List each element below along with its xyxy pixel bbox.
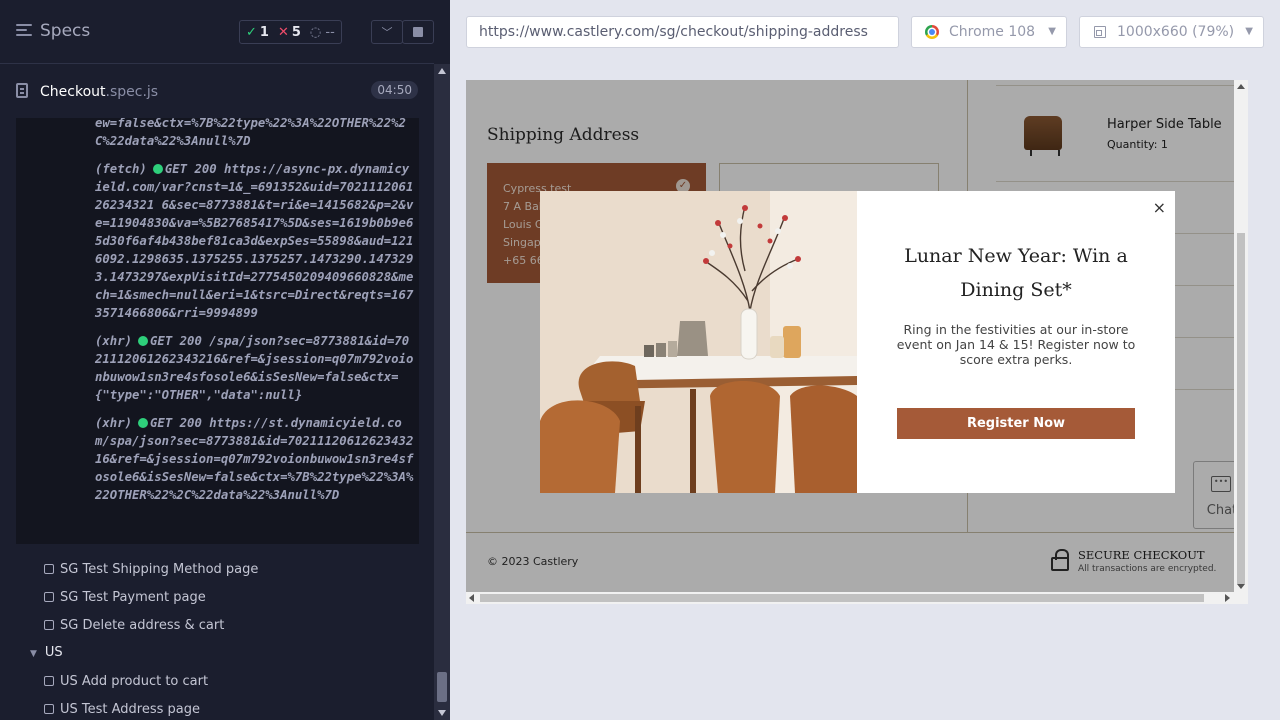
pending-stat: ◌ --	[309, 24, 335, 40]
scroll-left-icon[interactable]	[469, 594, 474, 602]
chevron-down-icon: ﹀	[381, 26, 393, 39]
suite-group-us[interactable]: ▼ US	[30, 645, 63, 660]
reporter-header: Specs ✓ 1 ✕ 5 ◌ -- ﹀	[0, 0, 434, 64]
scroll-down-icon[interactable]	[1237, 584, 1245, 589]
specs-title[interactable]: Specs	[40, 21, 90, 41]
chevron-down-icon: ▼	[30, 649, 37, 659]
test-status-icon	[44, 704, 54, 714]
dining-scene-illustration	[540, 191, 857, 493]
test-status-icon	[44, 620, 54, 630]
test-stats: ✓ 1 ✕ 5 ◌ --	[239, 20, 342, 44]
scroll-thumb[interactable]	[437, 672, 447, 702]
test-status-icon	[44, 564, 54, 574]
modal-title: Lunar New Year: Win a Dining Set*	[904, 245, 1128, 301]
command-log: ew=false&ctx=%7B%22type%22%3A%22OTHER%22…	[16, 118, 419, 544]
close-icon[interactable]: ×	[1153, 198, 1166, 217]
test-item[interactable]: US Add product to cart	[44, 674, 208, 689]
scroll-thumb[interactable]	[1237, 233, 1245, 584]
log-entry[interactable]: ew=false&ctx=%7B%22type%22%3A%22OTHER%22…	[95, 118, 415, 150]
register-now-button[interactable]: Register Now	[897, 408, 1135, 439]
scroll-up-icon[interactable]	[438, 68, 446, 74]
chrome-icon	[925, 25, 939, 39]
preview-panel: https://www.castlery.com/sg/checkout/shi…	[450, 0, 1280, 720]
check-icon: ✓	[246, 24, 257, 40]
spec-name: Checkout	[40, 84, 106, 100]
modal-description: Ring in the festivities at our in-store …	[896, 322, 1136, 367]
expand-button[interactable]: ﹀	[371, 20, 403, 44]
checkout-page: Shipping Address Cypress test 7 A Balm L…	[466, 80, 1248, 592]
app-under-test: Shipping Address Cypress test 7 A Balm L…	[466, 80, 1248, 604]
browser-selector[interactable]: Chrome 108 ▼	[911, 16, 1067, 48]
viewport-selector[interactable]: 1000x660 (79%) ▼	[1079, 16, 1264, 48]
spec-ext: .spec.js	[105, 84, 159, 100]
dining-room-image	[540, 191, 857, 493]
passed-stat: ✓ 1	[246, 24, 269, 40]
promo-modal: × Lunar New Year: Win a Dining Set* Ring…	[540, 191, 1175, 493]
document-icon	[16, 83, 28, 98]
spinner-icon: ◌	[309, 24, 322, 40]
log-entry[interactable]: (xhr) GET 200 https://st.dynamicyield.com…	[95, 414, 415, 504]
stop-button[interactable]	[402, 20, 434, 44]
spec-duration: 04:50	[371, 81, 418, 99]
url-bar[interactable]: https://www.castlery.com/sg/checkout/shi…	[466, 16, 899, 48]
test-item[interactable]: SG Delete address & cart	[44, 618, 224, 633]
viewport-icon	[1094, 26, 1106, 38]
spec-file-row[interactable]: Checkout.spec.js 04:50	[16, 76, 418, 108]
app-horizontal-scrollbar[interactable]	[466, 592, 1248, 604]
reporter-scrollbar[interactable]	[434, 64, 450, 720]
modal-content: × Lunar New Year: Win a Dining Set* Ring…	[857, 191, 1175, 493]
log-entry[interactable]: (fetch) GET 200 https://async-px.dynamicy…	[95, 160, 415, 322]
test-item[interactable]: SG Test Payment page	[44, 590, 206, 605]
failed-stat: ✕ 5	[277, 24, 301, 40]
test-status-icon	[44, 592, 54, 602]
scroll-thumb[interactable]	[480, 594, 1204, 602]
log-entry[interactable]: (xhr) GET 200 /spa/json?sec=8773881&id=70…	[95, 332, 415, 404]
reporter-panel: Specs ✓ 1 ✕ 5 ◌ -- ﹀ Checkout.spec.js 04:5…	[0, 0, 450, 720]
test-status-icon	[44, 676, 54, 686]
status-dot-icon	[138, 418, 149, 428]
app-vertical-scrollbar[interactable]	[1234, 80, 1248, 592]
status-dot-icon	[138, 336, 149, 346]
chevron-down-icon: ▼	[1245, 26, 1253, 37]
cross-icon: ✕	[277, 24, 289, 40]
scroll-right-icon[interactable]	[1225, 594, 1230, 602]
test-item[interactable]: SG Test Shipping Method page	[44, 562, 258, 577]
test-item[interactable]: US Test Address page	[44, 702, 200, 717]
stop-icon	[413, 27, 423, 37]
status-dot-icon	[152, 164, 163, 174]
chevron-down-icon: ▼	[1048, 26, 1056, 37]
scroll-up-icon[interactable]	[1237, 84, 1245, 89]
menu-icon[interactable]	[16, 24, 32, 40]
scroll-down-icon[interactable]	[438, 710, 446, 716]
